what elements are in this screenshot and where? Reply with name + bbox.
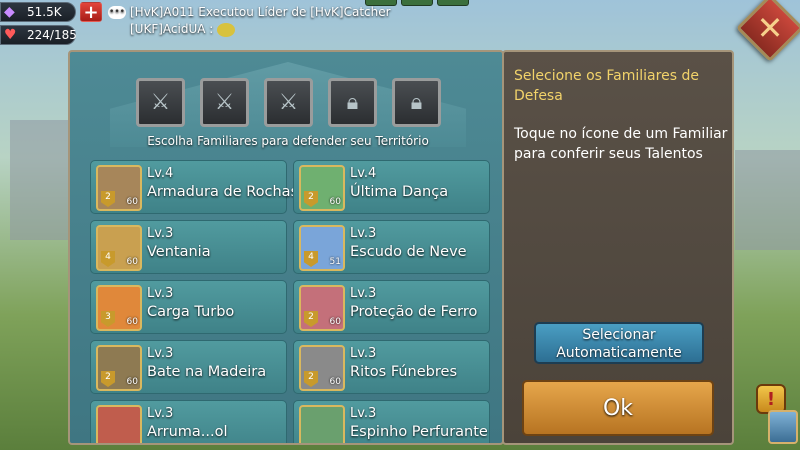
familiar-level: Lv.3 <box>350 286 377 301</box>
dragon-crest-icon: ⚔ <box>150 90 171 115</box>
info-text: Toque no ícone de um Familiar para confe… <box>514 126 728 162</box>
background-castle-tower <box>10 120 70 240</box>
familiar-name: Arruma...ol <box>147 424 228 440</box>
top-tab[interactable] <box>401 0 433 6</box>
familiar-portrait-icon: 2 60 <box>299 345 345 391</box>
dragon-crest-icon: ⚔ <box>214 90 235 115</box>
star-rank-badge: 3 <box>101 311 115 327</box>
lock-icon: 🔒︎ <box>346 90 359 115</box>
panel-caption: Escolha Familiares para defender seu Ter… <box>147 134 429 148</box>
chat-line-2: [UKF]AcidUA : <box>130 22 214 36</box>
gem-counter[interactable]: ◆ 51.5K <box>0 2 76 22</box>
familiar-card[interactable]: 2 60 Lv.4 Última Dança <box>293 160 490 214</box>
familiar-portrait-icon <box>96 405 142 443</box>
familiar-portrait-icon: 4 51 <box>299 225 345 271</box>
star-rank-badge: 2 <box>304 191 318 207</box>
buy-gems-button[interactable]: + <box>80 2 102 23</box>
familiar-level: Lv.4 <box>350 166 377 181</box>
familiar-card[interactable]: 3 60 Lv.3 Carga Turbo <box>90 280 287 334</box>
familiar-card[interactable]: 2 60 Lv.4 Armadura de Rochas <box>90 160 298 214</box>
familiar-portrait-icon <box>299 405 345 443</box>
familiar-name: Escudo de Neve <box>350 244 467 260</box>
familiar-portrait-icon: 2 60 <box>96 345 142 391</box>
level-badge: 60 <box>126 317 138 327</box>
defense-slots: ⚔ ⚔ ⚔ 🔒︎ 🔒︎ <box>136 78 441 127</box>
level-badge: 60 <box>329 197 341 207</box>
level-badge: 60 <box>126 257 138 267</box>
level-badge: 51 <box>329 257 341 267</box>
familiar-card[interactable]: 4 51 Lv.3 Escudo de Neve <box>293 220 490 274</box>
info-title: Selecione os Familiares de Defesa <box>514 68 699 104</box>
star-rank-badge: 4 <box>304 251 318 267</box>
familiar-portrait-icon: 2 60 <box>96 165 142 211</box>
defense-slot-1[interactable]: ⚔ <box>136 78 185 127</box>
emoji-icon <box>217 22 236 37</box>
familiar-name: Ventania <box>147 244 211 260</box>
familiar-name: Espinho Perfurante <box>350 424 488 440</box>
familiar-card[interactable]: 2 60 Lv.3 Ritos Fúnebres <box>293 340 490 394</box>
quest-icon[interactable] <box>768 410 798 444</box>
level-badge: 60 <box>329 317 341 327</box>
lock-icon: 🔒︎ <box>410 90 423 115</box>
familiar-level: Lv.3 <box>147 346 174 361</box>
dragon-crest-icon: ⚔ <box>278 90 299 115</box>
level-badge: 60 <box>126 197 138 207</box>
star-rank-badge: 2 <box>101 371 115 387</box>
familiar-portrait-icon: 2 60 <box>299 285 345 331</box>
familiar-portrait-icon: 2 60 <box>299 165 345 211</box>
familiar-portrait-icon: 4 60 <box>96 225 142 271</box>
star-rank-badge: 2 <box>101 191 115 207</box>
familiar-name: Última Dança <box>350 184 449 200</box>
familiar-level: Lv.3 <box>147 286 174 301</box>
stamina-counter[interactable]: ♥ 224/185 <box>0 25 77 45</box>
chat-line-1: [HvK]A011 Executou Líder de [HvK]Catcher <box>130 5 391 19</box>
familiar-card[interactable]: Lv.3 Espinho Perfurante <box>293 400 490 443</box>
familiar-name: Carga Turbo <box>147 304 235 320</box>
defense-slot-locked-4[interactable]: 🔒︎ <box>328 78 377 127</box>
star-rank-badge: 2 <box>304 311 318 327</box>
familiar-name: Bate na Madeira <box>147 364 267 380</box>
familiar-name: Armadura de Rochas <box>147 184 299 200</box>
star-rank-badge: 4 <box>101 251 115 267</box>
familiar-card[interactable]: 4 60 Lv.3 Ventania <box>90 220 287 274</box>
familiar-level: Lv.3 <box>350 406 377 421</box>
familiar-name: Ritos Fúnebres <box>350 364 457 380</box>
familiar-card[interactable]: Lv.3 Arruma...ol <box>90 400 287 443</box>
top-tab[interactable] <box>437 0 469 6</box>
familiar-level: Lv.3 <box>147 226 174 241</box>
ok-button[interactable]: Ok <box>522 380 714 436</box>
chat-ticker[interactable]: ••• [HvK]A011 Executou Líder de [HvK]Cat… <box>108 4 391 38</box>
star-rank-badge: 2 <box>304 371 318 387</box>
close-icon[interactable]: ✕ <box>746 4 794 52</box>
background-castle-wall <box>735 150 800 250</box>
chat-bubble-icon: ••• <box>108 6 126 19</box>
info-panel: Selecione os Familiares de Defesa Toque … <box>502 50 734 445</box>
familiar-portrait-icon: 3 60 <box>96 285 142 331</box>
familiar-card[interactable]: 2 60 Lv.3 Bate na Madeira <box>90 340 287 394</box>
familiar-selection-panel: ⚔ ⚔ ⚔ 🔒︎ 🔒︎ Escolha Familiares para defe… <box>68 50 504 445</box>
stamina-count: 224/185 <box>27 28 77 42</box>
familiar-level: Lv.3 <box>350 346 377 361</box>
familiar-level: Lv.3 <box>147 406 174 421</box>
auto-select-button[interactable]: Selecionar Automaticamente <box>534 322 704 364</box>
defense-slot-3[interactable]: ⚔ <box>264 78 313 127</box>
defense-slot-2[interactable]: ⚔ <box>200 78 249 127</box>
familiar-level: Lv.4 <box>147 166 174 181</box>
familiar-name: Proteção de Ferro <box>350 304 478 320</box>
gem-icon: ◆ <box>4 4 15 20</box>
gem-count: 51.5K <box>27 5 62 19</box>
familiar-level: Lv.3 <box>350 226 377 241</box>
defense-slot-locked-5[interactable]: 🔒︎ <box>392 78 441 127</box>
familiar-card[interactable]: 2 60 Lv.3 Proteção de Ferro <box>293 280 490 334</box>
top-tab[interactable] <box>365 0 397 6</box>
heart-icon: ♥ <box>4 27 17 43</box>
top-tabs <box>365 0 469 6</box>
level-badge: 60 <box>126 377 138 387</box>
level-badge: 60 <box>329 377 341 387</box>
